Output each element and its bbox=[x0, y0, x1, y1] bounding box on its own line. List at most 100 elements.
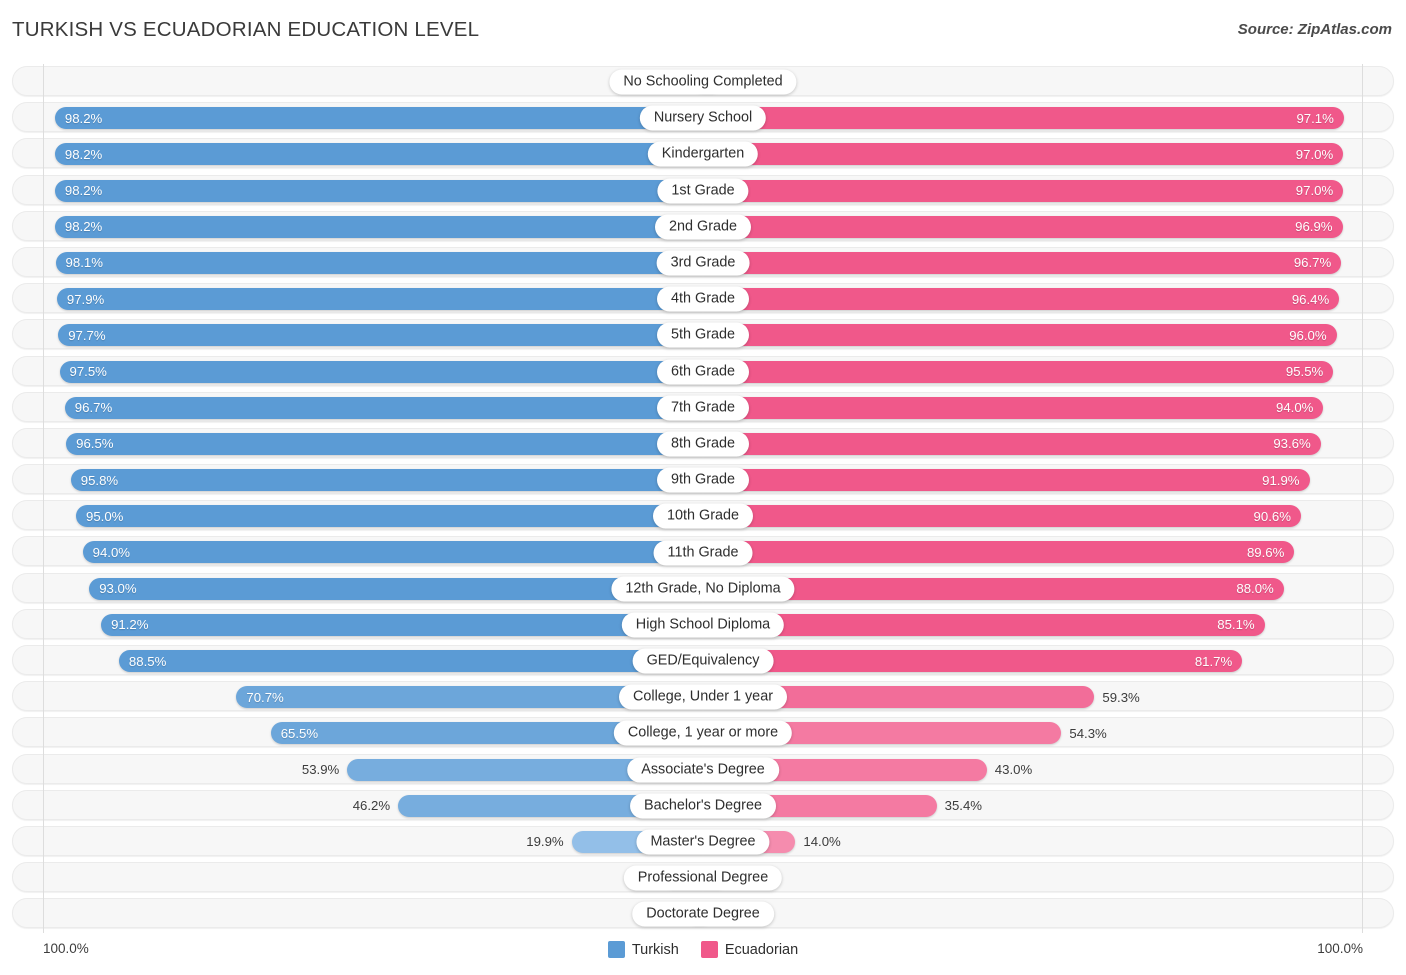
chart-row: 98.2% 96.9% 2nd Grade bbox=[12, 208, 1394, 245]
bar-value-left: 97.7% bbox=[68, 327, 106, 343]
legend-label-ecuadorian: Ecuadorian bbox=[724, 941, 799, 958]
diverging-bar-chart: 1.8%3.0%No Schooling Completed 98.2% 97.1%… bbox=[12, 64, 1394, 933]
chart-row: 94.0% 89.6% 11th Grade bbox=[12, 534, 1394, 571]
bar-turkish[interactable]: 98.1% bbox=[55, 251, 703, 274]
bar-value-right: 94.0% bbox=[1275, 400, 1314, 416]
chart-row: 91.2% 85.1% High School Diploma bbox=[12, 606, 1394, 643]
bar-ecuadorian[interactable]: 97.0% bbox=[703, 179, 1344, 202]
chart-row: 96.7% 94.0% 7th Grade bbox=[12, 389, 1394, 426]
bar-ecuadorian[interactable]: 94.0% bbox=[703, 396, 1324, 419]
bar-value-left: 96.5% bbox=[76, 436, 114, 452]
bar-ecuadorian[interactable]: 93.6% bbox=[703, 432, 1321, 455]
chart-row: 65.5% 54.3% College, 1 year or more bbox=[12, 715, 1394, 752]
chart-row: 53.9% 43.0% Associate's Degree bbox=[12, 751, 1394, 788]
category-label: 11th Grade bbox=[653, 540, 753, 566]
bar-ecuadorian[interactable]: 97.0% bbox=[703, 143, 1344, 166]
category-label: Kindergarten bbox=[647, 141, 759, 167]
bar-value-right: 97.1% bbox=[1296, 110, 1334, 126]
bar-turkish[interactable]: 97.5% bbox=[59, 360, 703, 383]
bar-turkish[interactable]: 98.2% bbox=[54, 179, 703, 202]
chart-row: 1.8%3.0%No Schooling Completed bbox=[12, 64, 1394, 101]
chart-footer: 100.0% 100.0% Turkish Ecuadorian bbox=[12, 937, 1394, 967]
category-label: Associate's Degree bbox=[627, 757, 779, 783]
bar-value-left: 98.2% bbox=[64, 146, 103, 162]
bar-value-left: 95.8% bbox=[80, 472, 119, 488]
bar-turkish[interactable]: 91.2% bbox=[101, 613, 703, 636]
bar-ecuadorian[interactable]: 96.9% bbox=[703, 215, 1343, 238]
chart-row: 95.0% 90.6% 10th Grade bbox=[12, 498, 1394, 535]
bar-turkish[interactable]: 95.0% bbox=[76, 505, 703, 528]
category-label: 12th Grade, No Diploma bbox=[611, 576, 795, 602]
bar-value-right: 96.9% bbox=[1295, 219, 1333, 235]
category-label: 9th Grade bbox=[657, 467, 749, 493]
category-label: 10th Grade bbox=[652, 503, 754, 529]
category-label: Doctorate Degree bbox=[632, 901, 774, 927]
bar-value-left: 94.0% bbox=[92, 544, 131, 560]
chart-row: 2.7%1.5%Doctorate Degree bbox=[12, 896, 1394, 933]
bar-ecuadorian[interactable]: 90.6% bbox=[703, 505, 1301, 528]
bar-value-left: 91.2% bbox=[111, 617, 149, 633]
bar-value-left: 19.9% bbox=[526, 834, 564, 850]
category-label: College, Under 1 year bbox=[619, 684, 787, 710]
bar-value-left: 70.7% bbox=[246, 689, 284, 705]
bar-turkish[interactable]: 94.0% bbox=[82, 541, 703, 564]
bar-ecuadorian[interactable]: 96.0% bbox=[703, 324, 1337, 347]
bar-turkish[interactable]: 97.7% bbox=[58, 324, 703, 347]
bar-ecuadorian[interactable]: 96.7% bbox=[703, 251, 1342, 274]
legend-item-turkish[interactable]: Turkish bbox=[607, 941, 679, 958]
legend-swatch-ecuadorian bbox=[700, 941, 718, 958]
bar-value-right: 35.4% bbox=[944, 798, 983, 814]
category-label: No Schooling Completed bbox=[609, 69, 797, 95]
bar-value-right: 96.7% bbox=[1293, 255, 1332, 271]
bar-turkish[interactable]: 98.2% bbox=[54, 215, 703, 238]
bar-turkish[interactable]: 96.7% bbox=[64, 396, 703, 419]
bar-ecuadorian[interactable]: 89.6% bbox=[703, 541, 1295, 564]
category-label: 6th Grade bbox=[657, 359, 749, 385]
page-header: TURKISH VS ECUADORIAN EDUCATION LEVEL So… bbox=[0, 18, 1406, 52]
chart-row: 98.1% 96.7% 3rd Grade bbox=[12, 244, 1394, 282]
legend-item-ecuadorian[interactable]: Ecuadorian bbox=[700, 941, 799, 958]
page-title: TURKISH VS ECUADORIAN EDUCATION LEVEL bbox=[12, 18, 480, 41]
bar-value-left: 46.2% bbox=[352, 798, 391, 814]
bar-value-right: 54.3% bbox=[1069, 725, 1107, 741]
chart-row: 97.5% 95.5% 6th Grade bbox=[12, 353, 1394, 390]
bar-ecuadorian[interactable]: 96.4% bbox=[703, 288, 1340, 311]
chart-row: 95.8% 91.9% 9th Grade bbox=[12, 462, 1394, 499]
bar-turkish[interactable]: 98.2% bbox=[54, 107, 703, 130]
category-label: 4th Grade bbox=[657, 286, 749, 312]
bar-turkish[interactable]: 88.5% bbox=[118, 650, 703, 672]
chart-row: 19.9% 14.0% Master's Degree bbox=[12, 823, 1394, 861]
bar-value-left: 95.0% bbox=[86, 508, 124, 524]
category-label: Nursery School bbox=[639, 105, 767, 131]
bar-value-right: 89.6% bbox=[1246, 544, 1285, 560]
bar-ecuadorian[interactable]: 95.5% bbox=[703, 360, 1334, 383]
bar-ecuadorian[interactable]: 97.1% bbox=[703, 107, 1344, 130]
chart-row: 97.9% 96.4% 4th Grade bbox=[12, 281, 1394, 318]
category-label: College, 1 year or more bbox=[613, 720, 793, 746]
bar-turkish[interactable]: 96.5% bbox=[66, 432, 703, 455]
bar-ecuadorian[interactable]: 91.9% bbox=[703, 469, 1310, 492]
chart-row: 97.7% 96.0% 5th Grade bbox=[12, 317, 1394, 354]
bar-value-right: 93.6% bbox=[1273, 436, 1311, 452]
bar-value-left: 98.2% bbox=[64, 110, 103, 126]
legend-label-turkish: Turkish bbox=[631, 941, 679, 958]
category-label: Professional Degree bbox=[623, 865, 783, 891]
bar-turkish[interactable]: 97.9% bbox=[56, 288, 703, 311]
bar-value-right: 97.0% bbox=[1295, 183, 1334, 199]
bar-value-right: 81.7% bbox=[1194, 653, 1233, 669]
bar-ecuadorian[interactable]: 81.7% bbox=[703, 650, 1243, 672]
bar-ecuadorian[interactable]: 85.1% bbox=[703, 613, 1265, 636]
chart-page: TURKISH VS ECUADORIAN EDUCATION LEVEL So… bbox=[0, 0, 1406, 975]
bar-value-left: 88.5% bbox=[128, 653, 167, 669]
chart-row: 98.2% 97.0% 1st Grade bbox=[12, 172, 1394, 209]
category-label: 2nd Grade bbox=[654, 214, 752, 240]
bar-turkish[interactable]: 98.2% bbox=[54, 143, 703, 166]
legend-swatch-turkish bbox=[607, 941, 625, 958]
category-label: 1st Grade bbox=[657, 178, 749, 204]
category-label: Bachelor's Degree bbox=[630, 793, 776, 819]
category-label: 3rd Grade bbox=[656, 250, 750, 276]
bar-value-left: 97.5% bbox=[69, 364, 107, 379]
bar-turkish[interactable]: 95.8% bbox=[70, 469, 703, 492]
chart-legend: Turkish Ecuadorian bbox=[12, 941, 1394, 958]
bar-value-left: 98.2% bbox=[64, 219, 103, 235]
